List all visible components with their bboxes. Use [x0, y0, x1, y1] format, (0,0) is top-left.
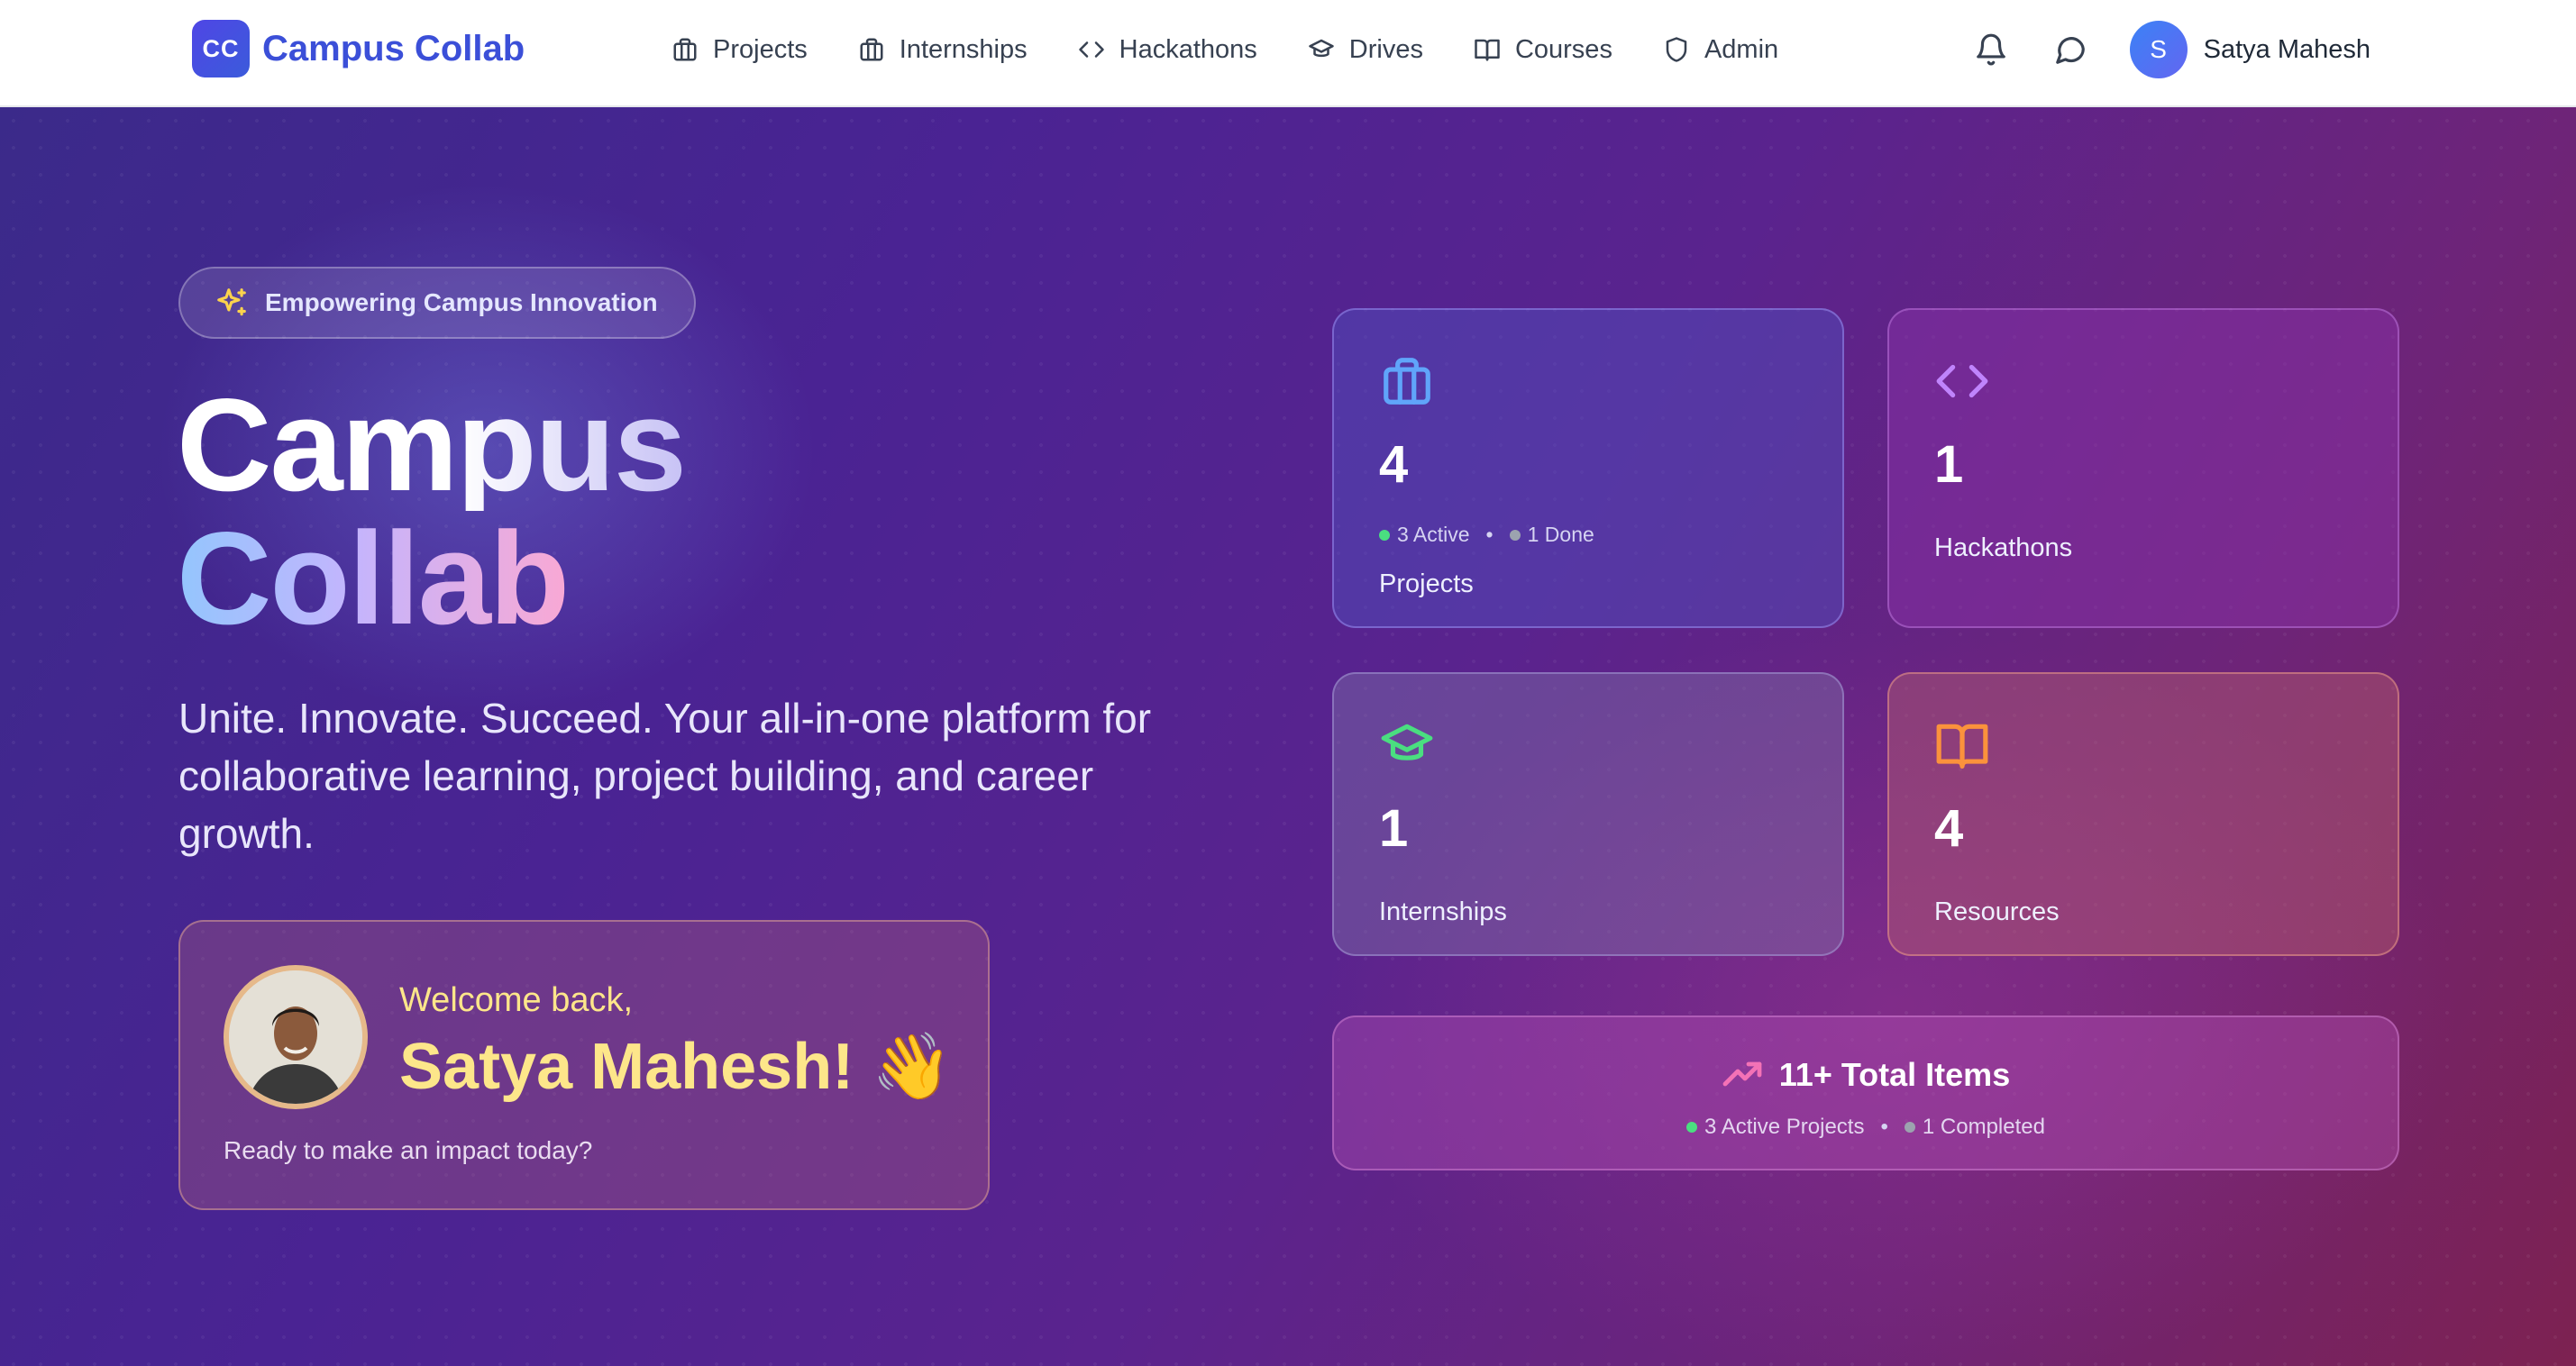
book-open-icon — [1475, 39, 1500, 61]
hero-section: Empowering Campus Innovation Campus Coll… — [0, 107, 2576, 1366]
logo-mark: CC — [192, 20, 250, 77]
separator: • — [1880, 1115, 1888, 1139]
profile-photo — [224, 965, 368, 1109]
welcome-greeting: Welcome back, — [399, 981, 634, 1019]
welcome-card: Welcome back, Satya Mahesh! 👋 Ready to m… — [178, 920, 990, 1210]
nav-link-hackathons[interactable]: Hackathons — [1078, 35, 1257, 65]
bell-icon — [1976, 33, 2005, 66]
notifications-button[interactable] — [1971, 30, 2011, 69]
nav-link-drives[interactable]: Drives — [1308, 35, 1423, 65]
projects-active: 3 Active — [1397, 523, 1470, 546]
nav-actions: S Satya Mahesh — [1932, 0, 2370, 99]
main-nav: Projects Internships Hackathons Drives C… — [671, 0, 1829, 99]
code-icon — [1934, 353, 1990, 409]
active-dot — [1379, 529, 1390, 541]
stat-card-projects[interactable]: 4 3 Active • 1 Done Projects — [1332, 308, 1844, 628]
projects-count: 4 — [1379, 435, 1409, 494]
total-active: 3 Active Projects — [1704, 1115, 1865, 1139]
nav-link-admin[interactable]: Admin — [1663, 35, 1778, 65]
nav-link-projects[interactable]: Projects — [671, 35, 808, 65]
brand-logo[interactable]: CC Campus Collab — [192, 20, 525, 77]
resources-label: Resources — [1934, 897, 2060, 926]
done-dot — [1509, 529, 1521, 541]
projects-label: Projects — [1379, 569, 1474, 598]
briefcase-icon — [860, 38, 883, 61]
nav-link-label: Hackathons — [1119, 34, 1257, 64]
nav-link-label: Courses — [1514, 34, 1612, 64]
sparkles-icon — [217, 288, 246, 316]
brand-name: Campus Collab — [262, 28, 525, 68]
user-menu[interactable]: S Satya Mahesh — [2129, 21, 2370, 78]
nav-link-courses[interactable]: Courses — [1474, 35, 1612, 65]
total-items-summary: 3 Active Projects • 1 Completed — [1334, 1115, 2398, 1140]
hero-tagline: Unite. Innovate. Succeed. Your all-in-on… — [178, 695, 1152, 857]
completed-dot — [1904, 1122, 1915, 1133]
total-completed: 1 Completed — [1922, 1115, 2045, 1139]
shield-icon — [1666, 37, 1687, 62]
message-circle-icon — [2055, 37, 2085, 64]
total-items-header: 11+ Total Items — [1334, 1053, 2398, 1097]
badge-label: Empowering Campus Innovation — [265, 288, 658, 316]
active-dot — [1686, 1122, 1698, 1133]
stat-card-resources[interactable]: 4 Resources — [1887, 672, 2399, 956]
messages-button[interactable] — [2051, 30, 2090, 69]
resources-count: 4 — [1934, 799, 1964, 858]
nav-link-label: Projects — [713, 34, 808, 64]
hackathons-count: 1 — [1934, 435, 1964, 494]
briefcase-icon — [1379, 353, 1435, 409]
welcome-subtitle: Ready to make an impact today? — [224, 1136, 593, 1164]
welcome-user-name: Satya Mahesh! 👋 — [399, 1031, 953, 1103]
nav-link-label: Admin — [1704, 34, 1779, 64]
nav-link-label: Drives — [1348, 34, 1423, 64]
total-items-title: 11+ Total Items — [1778, 1056, 2011, 1093]
graduation-cap-icon — [1379, 717, 1435, 773]
tagline-badge: Empowering Campus Innovation — [178, 267, 696, 339]
internships-count: 1 — [1379, 799, 1409, 858]
projects-status: 3 Active • 1 Done — [1379, 523, 1594, 547]
user-name: Satya Mahesh — [2203, 34, 2370, 64]
person-photo-icon — [229, 970, 362, 1104]
separator: • — [1485, 523, 1494, 546]
trending-up-icon — [1722, 1061, 1762, 1087]
nav-link-internships[interactable]: Internships — [858, 35, 1028, 65]
total-items-card: 11+ Total Items 3 Active Projects • 1 Co… — [1332, 1015, 2399, 1170]
stat-card-hackathons[interactable]: 1 Hackathons — [1887, 308, 2399, 628]
briefcase-icon — [673, 38, 697, 61]
hackathons-label: Hackathons — [1934, 533, 2073, 562]
graduation-cap-icon — [1309, 39, 1334, 58]
code-icon — [1078, 41, 1104, 58]
stat-card-internships[interactable]: 1 Internships — [1332, 672, 1844, 956]
projects-done: 1 Done — [1527, 523, 1594, 546]
avatar: S — [2129, 21, 2188, 78]
hero-title-line2: Collab — [177, 505, 570, 651]
internships-label: Internships — [1379, 897, 1507, 926]
nav-link-label: Internships — [899, 34, 1028, 64]
top-navbar: CC Campus Collab Projects Internships Ha… — [0, 0, 2576, 107]
book-open-icon — [1934, 717, 1990, 773]
hero-title-line1: Campus — [177, 371, 687, 518]
